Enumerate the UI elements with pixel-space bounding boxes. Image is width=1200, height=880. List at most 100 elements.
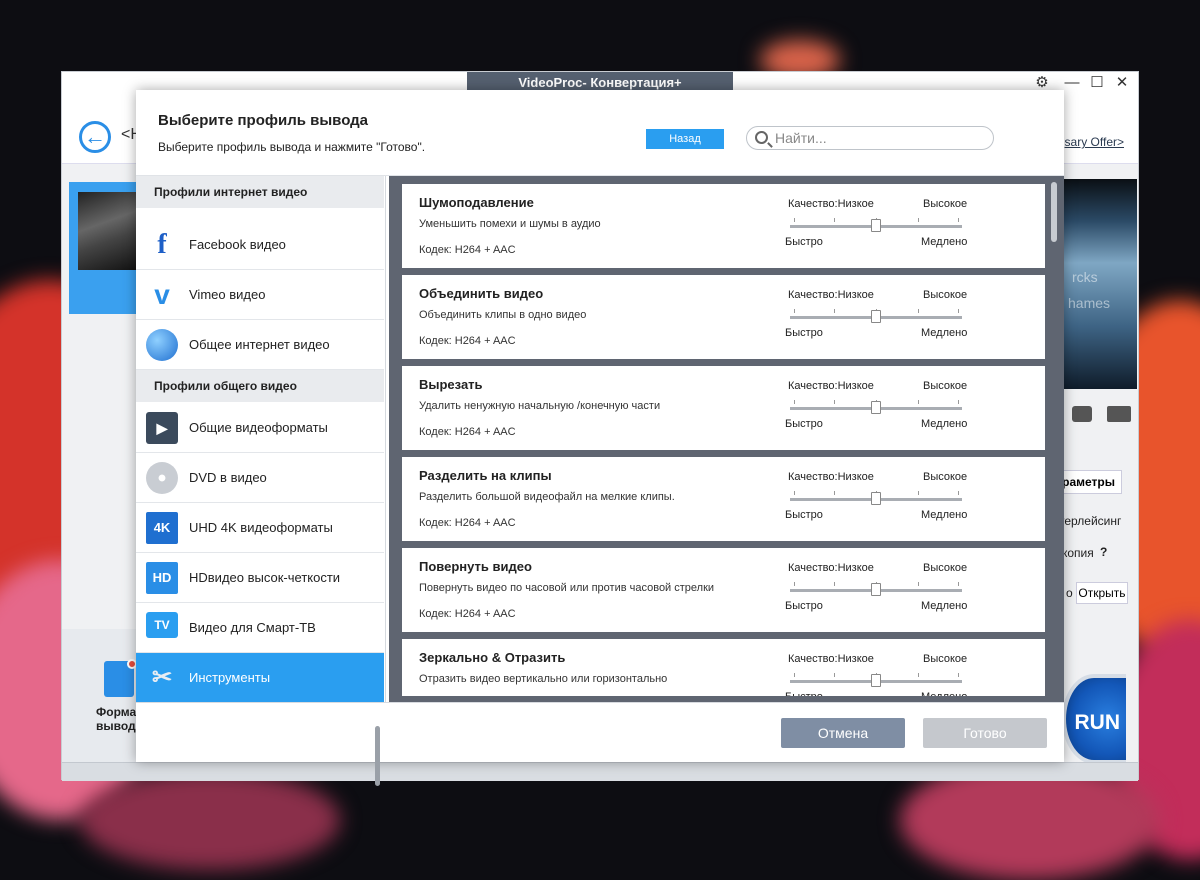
tool-codec: Кодек: H264 + AAC bbox=[419, 426, 516, 438]
slider-tick bbox=[958, 309, 959, 313]
sidebar-item-dvd[interactable]: DVD в видео bbox=[136, 453, 384, 503]
quality-high-label: Высокое bbox=[923, 198, 968, 210]
cancel-button[interactable]: Отмена bbox=[781, 718, 905, 748]
camera-icon[interactable] bbox=[1072, 406, 1092, 422]
tool-codec: Кодек: H264 + AAC bbox=[419, 335, 516, 347]
hd-icon: HD bbox=[146, 562, 178, 594]
thumbnail-image bbox=[78, 192, 139, 270]
tool-codec: Кодек: H264 + AAC bbox=[419, 244, 516, 256]
sidebar-item-label: HDвидео высок-четкости bbox=[189, 570, 341, 585]
minimize-button[interactable]: — bbox=[1062, 74, 1082, 92]
video-player-icon: ▶ bbox=[146, 412, 178, 444]
run-button[interactable]: RUN bbox=[1062, 674, 1126, 764]
copy-label: копия bbox=[1062, 546, 1094, 560]
sidebar-item-facebook[interactable]: f Facebook видео bbox=[136, 220, 384, 270]
sidebar-item-vimeo[interactable]: v Vimeo видео bbox=[136, 270, 384, 320]
slider-handle[interactable] bbox=[871, 401, 881, 414]
sidebar-item-general-formats[interactable]: ▶ Общие видеоформаты bbox=[136, 403, 384, 453]
speed-slow-label: Медлено bbox=[921, 236, 968, 248]
quality-low-label: Качество:Низкое bbox=[788, 380, 874, 392]
tool-card[interactable]: Повернуть видео Повернуть видео по часово… bbox=[402, 548, 1045, 632]
speed-slow-label: Медлено bbox=[921, 600, 968, 612]
tool-card[interactable]: Объединить видео Объединить клипы в одно … bbox=[402, 275, 1045, 359]
vimeo-icon: v bbox=[154, 279, 170, 310]
slider-tick bbox=[794, 491, 795, 495]
tool-description: Отразить видео вертикально или горизонта… bbox=[419, 673, 668, 685]
slider-tick bbox=[958, 218, 959, 222]
output-format-label-line1: Форма bbox=[96, 705, 137, 719]
sidebar-item-smart-tv[interactable]: TV Видео для Смарт-ТВ bbox=[136, 603, 384, 653]
slider-tick bbox=[918, 673, 919, 677]
sidebar-scrollbar[interactable] bbox=[375, 726, 380, 786]
speed-fast-label: Быстро bbox=[785, 327, 823, 339]
video-thumbnail[interactable] bbox=[69, 182, 139, 314]
facebook-icon: f bbox=[157, 229, 167, 260]
quality-low-label: Качество:Низкое bbox=[788, 562, 874, 574]
quality-high-label: Высокое bbox=[923, 380, 968, 392]
quality-high-label: Высокое bbox=[923, 471, 968, 483]
speed-fast-label: Быстро bbox=[785, 600, 823, 612]
quality-high-label: Высокое bbox=[923, 653, 968, 665]
output-format-label[interactable]: Форма вывод bbox=[96, 705, 136, 733]
maximize-button[interactable]: ☐ bbox=[1087, 74, 1107, 92]
sidebar-item-label: Facebook видео bbox=[189, 237, 286, 252]
tool-card[interactable]: Разделить на клипы Разделить большой виде… bbox=[402, 457, 1045, 541]
globe-icon bbox=[146, 329, 178, 361]
output-profile-dialog: Выберите профиль вывода Выберите профиль… bbox=[136, 90, 1064, 786]
slider-handle[interactable] bbox=[871, 583, 881, 596]
sidebar-item-hd[interactable]: HD HDвидео высок-четкости bbox=[136, 553, 384, 603]
slider-handle[interactable] bbox=[871, 674, 881, 687]
tool-card[interactable]: Шумоподавление Уменьшить помехи и шумы в … bbox=[402, 184, 1045, 268]
close-button[interactable]: ✕ bbox=[1112, 74, 1132, 92]
sidebar-item-label: UHD 4K видеоформаты bbox=[189, 520, 333, 535]
tool-name: Разделить на клипы bbox=[419, 468, 552, 483]
slider-tick bbox=[958, 400, 959, 404]
search-input[interactable] bbox=[775, 130, 987, 146]
sidebar-item-uhd-4k[interactable]: 4K UHD 4K видеоформаты bbox=[136, 503, 384, 553]
quality-slider[interactable] bbox=[790, 218, 962, 232]
output-format-label-line2: вывод bbox=[96, 719, 136, 733]
help-icon[interactable]: ? bbox=[1100, 545, 1107, 559]
dialog-subtitle: Выберите профиль вывода и нажмите "Готов… bbox=[158, 140, 426, 154]
tools-scrollbar[interactable] bbox=[1051, 182, 1057, 242]
quality-slider[interactable] bbox=[790, 491, 962, 505]
tool-card[interactable]: Вырезать Удалить ненужную начальную /коне… bbox=[402, 366, 1045, 450]
quality-slider[interactable] bbox=[790, 582, 962, 596]
slider-tick bbox=[918, 491, 919, 495]
speed-slow-label: Медлено bbox=[921, 509, 968, 521]
tool-name: Зеркально & Отразить bbox=[419, 650, 566, 665]
folder-icon[interactable] bbox=[1107, 406, 1131, 422]
search-box[interactable] bbox=[746, 126, 994, 150]
slider-handle[interactable] bbox=[871, 310, 881, 323]
slider-tick bbox=[958, 582, 959, 586]
tool-description: Разделить большой видеофайл на мелкие кл… bbox=[419, 491, 675, 503]
tool-card[interactable]: Зеркально & Отразить Отразить видео верти… bbox=[402, 639, 1045, 696]
tools-list: Шумоподавление Уменьшить помехи и шумы в … bbox=[389, 176, 1064, 702]
slider-tick bbox=[918, 400, 919, 404]
back-arrow-icon[interactable]: ← bbox=[79, 121, 111, 153]
profile-sidebar: Профили интернет видео f Facebook видео … bbox=[136, 176, 386, 786]
preview-text-2: hames bbox=[1068, 295, 1111, 311]
back-button[interactable]: Назад bbox=[646, 129, 724, 149]
bottom-toolbar bbox=[62, 629, 137, 769]
4k-icon: 4K bbox=[146, 512, 178, 544]
open-button[interactable]: Открыть bbox=[1076, 582, 1128, 604]
quality-slider[interactable] bbox=[790, 309, 962, 323]
sidebar-item-tools[interactable]: ✂ Инструменты bbox=[136, 653, 384, 703]
quality-slider[interactable] bbox=[790, 400, 962, 414]
section-general-video: Профили общего видео bbox=[136, 370, 384, 402]
slider-handle[interactable] bbox=[871, 219, 881, 232]
slider-handle[interactable] bbox=[871, 492, 881, 505]
slider-tick bbox=[834, 309, 835, 313]
quality-high-label: Высокое bbox=[923, 289, 968, 301]
preview-text-1: rcks bbox=[1072, 269, 1098, 285]
sidebar-item-general-internet[interactable]: Общее интернет видео bbox=[136, 320, 384, 370]
slider-tick bbox=[918, 218, 919, 222]
quality-low-label: Качество:Низкое bbox=[788, 653, 874, 665]
tool-description: Объединить клипы в одно видео bbox=[419, 309, 587, 321]
offer-link[interactable]: sary Offer> bbox=[1065, 135, 1124, 149]
slider-tick bbox=[834, 673, 835, 677]
done-button[interactable]: Готово bbox=[923, 718, 1047, 748]
params-button[interactable]: раметры bbox=[1054, 470, 1122, 494]
quality-slider[interactable] bbox=[790, 673, 962, 687]
